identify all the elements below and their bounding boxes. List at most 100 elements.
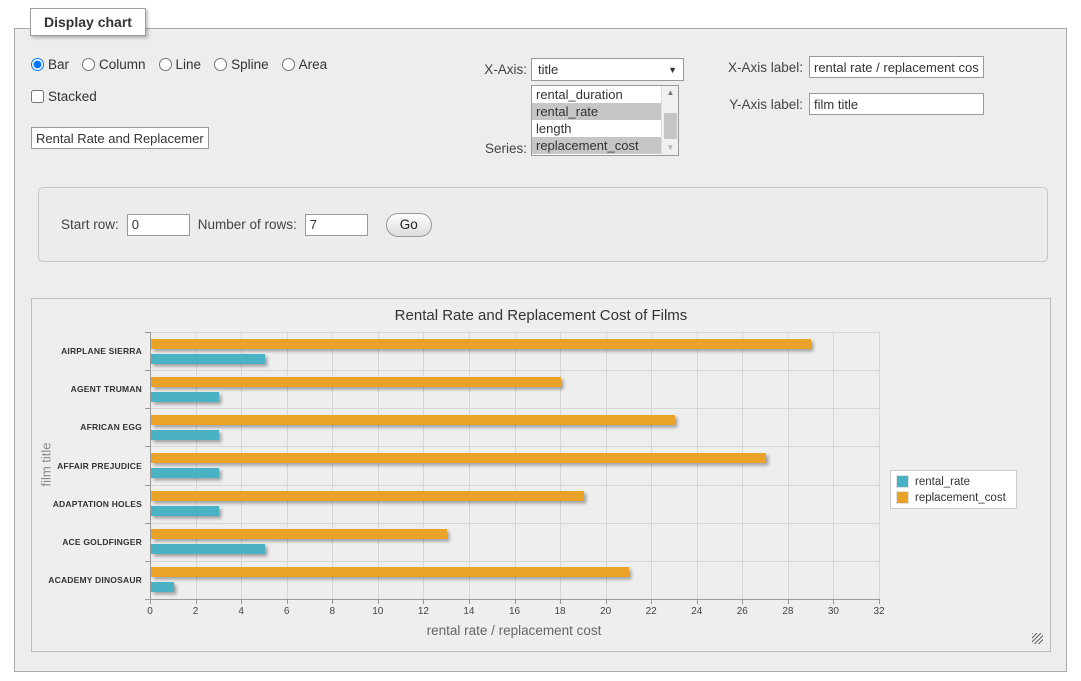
- bar-replacement_cost: [151, 415, 675, 425]
- x-axis-title: rental rate / replacement cost: [427, 623, 602, 638]
- x-tick-mark: [515, 600, 516, 604]
- x-tick-label: 24: [691, 606, 702, 617]
- chart-title-input[interactable]: [31, 127, 209, 149]
- legend-item-replacement_cost[interactable]: replacement_cost: [896, 491, 1006, 504]
- bar-rental_rate: [151, 468, 219, 478]
- gridline-vertical: [651, 332, 652, 599]
- x-tick-mark: [241, 600, 242, 604]
- gridline-vertical: [196, 332, 197, 599]
- gridline-vertical: [469, 332, 470, 599]
- radio-column-input[interactable]: [82, 58, 95, 71]
- x-tick-label: 2: [193, 606, 199, 617]
- bar-rental_rate: [151, 506, 219, 516]
- stacked-label: Stacked: [48, 89, 97, 104]
- x-tick-label: 22: [646, 606, 657, 617]
- x-tick-label: 30: [828, 606, 839, 617]
- x-tick-label: 28: [782, 606, 793, 617]
- gridline-vertical: [241, 332, 242, 599]
- x-tick-label: 14: [463, 606, 474, 617]
- num-rows-label: Number of rows:: [198, 217, 297, 232]
- series-listbox-scrollbar[interactable]: ▲ ▼: [661, 86, 678, 155]
- bar-replacement_cost: [151, 377, 561, 387]
- radio-line[interactable]: Line: [159, 57, 202, 72]
- gridline-vertical: [560, 332, 561, 599]
- bar-replacement_cost: [151, 529, 447, 539]
- radio-spline[interactable]: Spline: [214, 57, 269, 72]
- x-tick-mark: [378, 600, 379, 604]
- radio-bar[interactable]: Bar: [31, 57, 69, 72]
- go-button[interactable]: Go: [386, 213, 432, 237]
- x-tick-label: 10: [372, 606, 383, 617]
- legend-item-rental_rate[interactable]: rental_rate: [896, 475, 1006, 488]
- chart-legend: rental_rate replacement_cost: [890, 470, 1017, 509]
- x-tick-label: 18: [555, 606, 566, 617]
- x-tick-label: 20: [600, 606, 611, 617]
- chart-title: Rental Rate and Replacement Cost of Film…: [32, 307, 1050, 324]
- x-tick-label: 4: [238, 606, 244, 617]
- bar-replacement_cost: [151, 567, 629, 577]
- x-tick-label: 12: [418, 606, 429, 617]
- scroll-down-icon[interactable]: ▼: [662, 141, 679, 155]
- radio-line-input[interactable]: [159, 58, 172, 71]
- radio-column[interactable]: Column: [82, 57, 146, 72]
- stacked-checkbox-input[interactable]: [31, 90, 44, 103]
- gridline-vertical: [742, 332, 743, 599]
- display-chart-fieldset: Display chart Bar Column Line Spline Are…: [14, 28, 1067, 672]
- x-tick-label: 6: [284, 606, 290, 617]
- bar-rental_rate: [151, 582, 174, 592]
- category-label: ADAPTATION HOLES: [32, 499, 142, 509]
- bar-rental_rate: [151, 430, 219, 440]
- stacked-checkbox-row: Stacked: [31, 89, 97, 104]
- scroll-up-icon[interactable]: ▲: [662, 86, 679, 100]
- gridline-vertical: [423, 332, 424, 599]
- radio-bar-input[interactable]: [31, 58, 44, 71]
- series-option-rental-duration[interactable]: rental_duration: [532, 86, 661, 103]
- category-label: AGENT TRUMAN: [32, 384, 142, 394]
- x-axis-line: [150, 599, 880, 600]
- legend-label: rental_rate: [915, 476, 970, 488]
- category-label: ACADEMY DINOSAUR: [32, 575, 142, 585]
- rows-panel: Start row: Number of rows: Go: [38, 187, 1048, 262]
- x-tick-label: 8: [329, 606, 335, 617]
- gridline-vertical: [378, 332, 379, 599]
- x-axis-field-label: X-Axis label:: [715, 60, 803, 75]
- x-axis-select[interactable]: title ▼: [531, 58, 684, 81]
- gridline-vertical: [879, 332, 880, 599]
- num-rows-input[interactable]: [305, 214, 368, 236]
- stacked-checkbox[interactable]: Stacked: [31, 89, 97, 104]
- legend-label: replacement_cost: [915, 492, 1006, 504]
- x-tick-label: 32: [873, 606, 884, 617]
- category-label: AIRPLANE SIERRA: [32, 346, 142, 356]
- x-tick-mark: [560, 600, 561, 604]
- x-axis-selected-value: title: [538, 62, 558, 77]
- radio-area-input[interactable]: [282, 58, 295, 71]
- start-row-input[interactable]: [127, 214, 190, 236]
- scrollbar-thumb[interactable]: [664, 113, 677, 139]
- radio-column-label: Column: [99, 57, 146, 72]
- resize-handle-icon[interactable]: [1032, 633, 1043, 644]
- series-listbox[interactable]: rental_duration rental_rate length repla…: [531, 85, 679, 156]
- chart-plot-area: film title rental rate / replacement cos…: [150, 332, 879, 599]
- radio-line-label: Line: [176, 57, 202, 72]
- chart-container: Rental Rate and Replacement Cost of Film…: [31, 298, 1051, 652]
- x-axis-label-input[interactable]: [809, 56, 984, 78]
- gridline-vertical: [697, 332, 698, 599]
- series-option-replacement-cost[interactable]: replacement_cost: [532, 137, 661, 154]
- radio-area-label: Area: [299, 57, 328, 72]
- gridline-vertical: [287, 332, 288, 599]
- y-axis-label-input[interactable]: [809, 93, 984, 115]
- x-tick-mark: [287, 600, 288, 604]
- category-label: AFFAIR PREJUDICE: [32, 461, 142, 471]
- radio-area[interactable]: Area: [282, 57, 328, 72]
- fieldset-legend: Display chart: [30, 8, 146, 36]
- x-tick-label: 0: [147, 606, 153, 617]
- bar-rental_rate: [151, 392, 219, 402]
- x-tick-mark: [833, 600, 834, 604]
- series-option-rental-rate[interactable]: rental_rate: [532, 103, 661, 120]
- x-tick-mark: [697, 600, 698, 604]
- x-axis-label: X-Axis:: [447, 62, 527, 77]
- x-tick-mark: [788, 600, 789, 604]
- radio-spline-input[interactable]: [214, 58, 227, 71]
- series-option-length[interactable]: length: [532, 120, 661, 137]
- series-label: Series:: [447, 141, 527, 156]
